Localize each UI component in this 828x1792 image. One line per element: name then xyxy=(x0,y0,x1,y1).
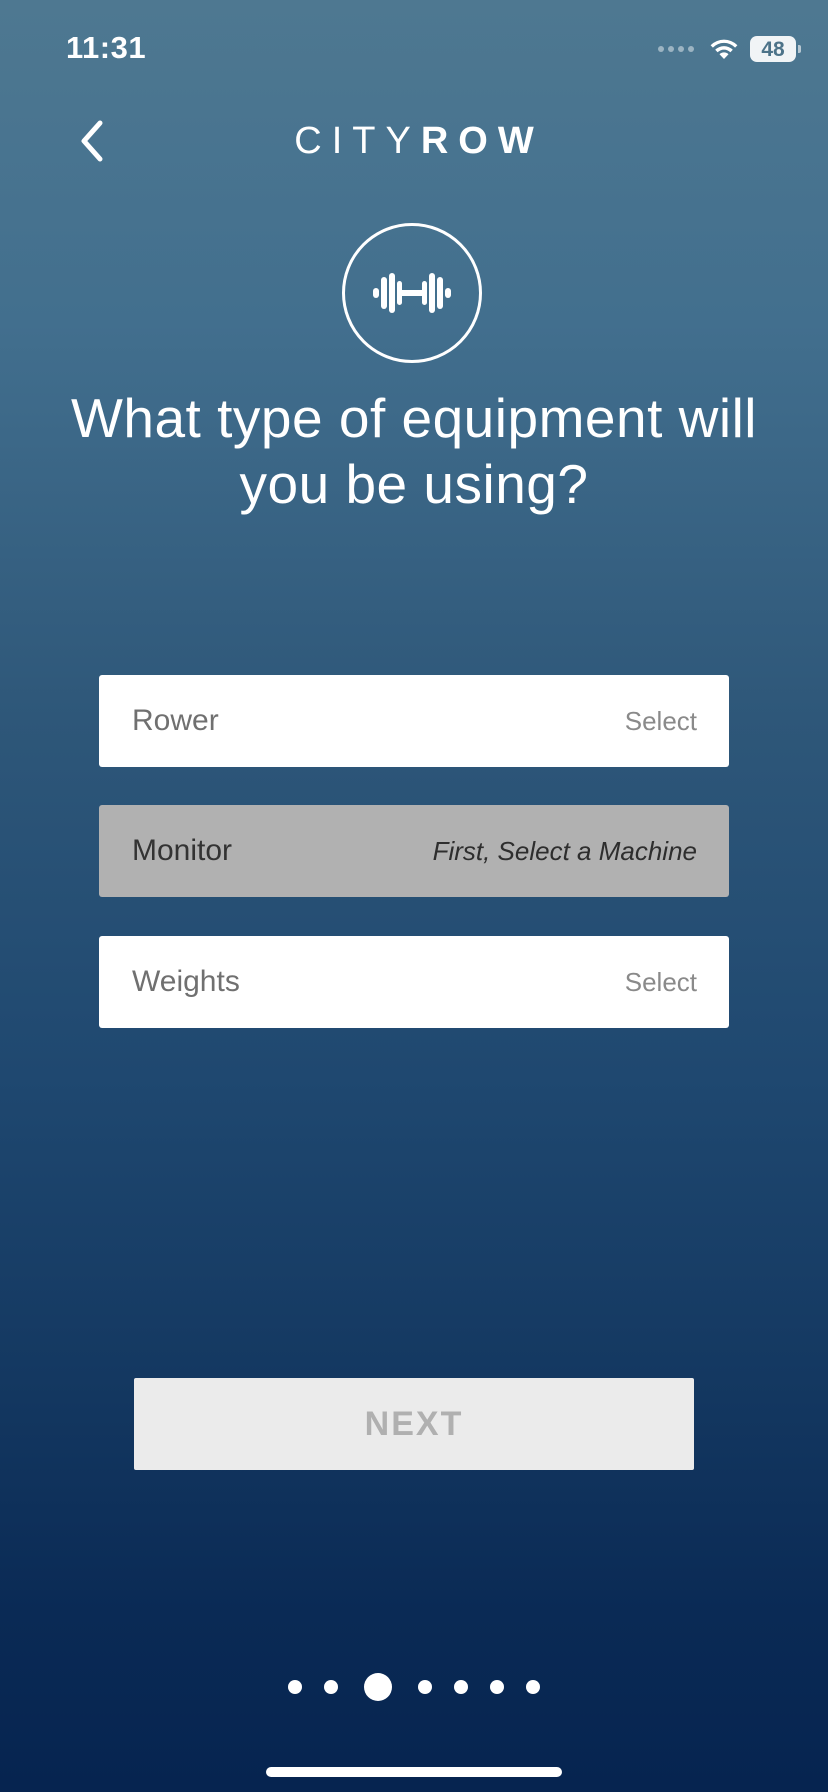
page-dot xyxy=(418,1680,432,1694)
battery-level: 48 xyxy=(761,37,785,61)
page-dot xyxy=(490,1680,504,1694)
equipment-selection-screen: 11:31 48 CITYROW What type of equipment … xyxy=(0,0,828,1792)
status-time: 11:31 xyxy=(66,30,147,65)
logo-light-text: CITY xyxy=(294,120,421,162)
page-indicator xyxy=(0,1672,828,1702)
monitor-select-hint: First, Select a Machine xyxy=(432,835,697,866)
weights-select-row[interactable]: Weights Select xyxy=(99,936,729,1028)
cityrow-logo: CITYROW xyxy=(0,116,828,166)
page-dot xyxy=(526,1680,540,1694)
signal-dots-icon xyxy=(658,46,694,52)
monitor-select-row: Monitor First, Select a Machine xyxy=(99,805,729,897)
weights-label: Weights xyxy=(132,965,240,998)
rower-label: Rower xyxy=(132,704,219,737)
next-button[interactable]: NEXT xyxy=(134,1378,694,1470)
rower-select-row[interactable]: Rower Select xyxy=(99,675,729,767)
home-indicator[interactable] xyxy=(266,1767,562,1777)
page-title-line1: What type of equipment will xyxy=(70,387,758,449)
status-bar-indicators: 48 xyxy=(658,34,801,64)
weights-select-action: Select xyxy=(624,966,697,997)
page-dot xyxy=(454,1680,468,1694)
dumbbell-icon xyxy=(373,273,451,313)
wifi-icon xyxy=(708,37,740,61)
page-dot xyxy=(288,1680,302,1694)
battery-icon: 48 xyxy=(750,36,801,62)
hero-icon-circle xyxy=(342,223,482,363)
page-dot-active xyxy=(364,1673,392,1701)
page-title-line2: you be using? xyxy=(239,453,589,515)
page-dot xyxy=(324,1680,338,1694)
monitor-label: Monitor xyxy=(132,834,233,867)
page-title: What type of equipment will you be using… xyxy=(0,385,828,517)
rower-select-action: Select xyxy=(624,705,697,736)
logo-bold-text: ROW xyxy=(420,120,544,162)
